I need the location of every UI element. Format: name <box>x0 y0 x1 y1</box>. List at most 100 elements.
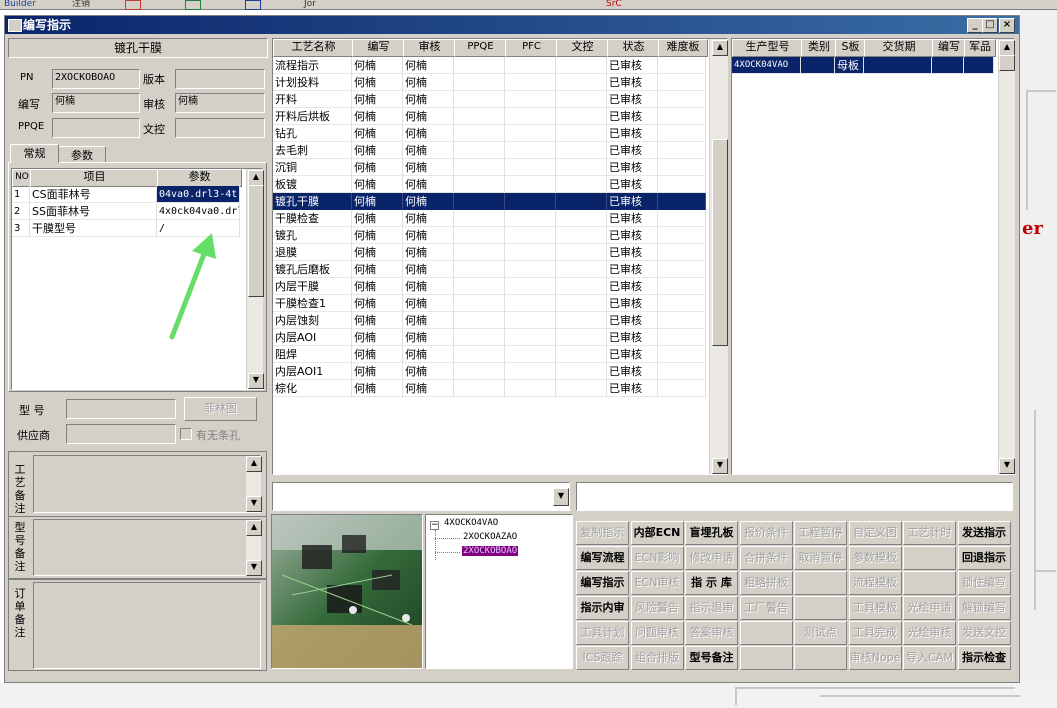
action-button[interactable]: 盲埋孔板 <box>685 521 738 545</box>
scroll-thumb[interactable] <box>999 55 1015 71</box>
action-button[interactable]: 指示检查 <box>957 646 1011 670</box>
action-button[interactable]: 合拼条件 <box>739 546 793 570</box>
action-button[interactable]: 工具模板 <box>848 596 902 620</box>
action-button[interactable]: 取消暂停 <box>794 546 847 570</box>
action-button[interactable]: 修改申请 <box>685 546 738 570</box>
action-button[interactable]: 发送文控 <box>957 621 1011 645</box>
process-row[interactable]: 沉铜 何楠 何楠 已审核 <box>273 159 706 176</box>
param-scrollbar[interactable]: ▲ ▼ <box>246 169 264 389</box>
model-field[interactable] <box>66 399 176 419</box>
author-field[interactable]: 何楠 <box>52 93 140 113</box>
action-button[interactable]: 审核Nope <box>848 646 902 670</box>
action-button[interactable]: 问题审核 <box>630 621 684 645</box>
action-button[interactable]: 组合排版 <box>630 646 684 670</box>
action-button[interactable]: 参数模板 <box>848 546 902 570</box>
action-button[interactable]: 指示内审 <box>576 596 629 620</box>
tab-general[interactable]: 常规 <box>10 144 59 163</box>
action-button[interactable]: 指 示 库 <box>685 571 738 595</box>
action-button[interactable]: 工艺计时 <box>903 521 956 545</box>
param-value-cell[interactable]: 04va0.drl3-4t <box>157 186 240 203</box>
process-row[interactable]: 钻孔 何楠 何楠 已审核 <box>273 125 706 142</box>
process-row[interactable]: 镀孔干膜 何楠 何楠 已审核 <box>273 193 706 210</box>
process-row[interactable]: 内层AOI 何楠 何楠 已审核 <box>273 329 706 346</box>
param-value-cell[interactable]: 4x0ck04va0.drl <box>157 203 240 220</box>
action-button[interactable]: 回退指示 <box>957 546 1011 570</box>
blank-button[interactable] <box>794 646 847 670</box>
process-row[interactable]: 棕化 何楠 何楠 已审核 <box>273 380 706 397</box>
tree-child-selected[interactable]: 2XOCKOBOAO <box>462 546 519 556</box>
scroll-thumb[interactable] <box>248 185 264 297</box>
order-note-textarea[interactable] <box>33 582 261 669</box>
scroll-up-icon[interactable]: ▲ <box>248 170 264 186</box>
process-row[interactable]: 内层蚀刻 何楠 何楠 已审核 <box>273 312 706 329</box>
scroll-up-icon[interactable]: ▲ <box>999 40 1015 56</box>
action-button[interactable]: 工具计划 <box>576 621 629 645</box>
version-field[interactable] <box>175 69 265 89</box>
title-bar[interactable]: 编写指示 _ □ × <box>5 16 1019 34</box>
action-button[interactable]: 编写指示 <box>576 571 629 595</box>
action-button[interactable]: 编写流程 <box>576 546 629 570</box>
note-scrollbar[interactable]: ▲ ▼ <box>245 456 262 512</box>
supplier-field[interactable] <box>66 424 176 444</box>
action-button[interactable]: 粗略拼板 <box>739 571 793 595</box>
action-button[interactable]: 发送指示 <box>957 521 1011 545</box>
action-button[interactable]: 自定义图 <box>848 521 902 545</box>
tree-child[interactable]: 2XOCKOAZAO <box>463 532 517 542</box>
note-scrollbar[interactable]: ▲ ▼ <box>245 520 262 576</box>
reviewer-field[interactable]: 何楠 <box>175 93 265 113</box>
action-button[interactable]: ECN审核 <box>630 571 684 595</box>
scroll-up-icon[interactable]: ▲ <box>712 40 728 56</box>
process-row[interactable]: 退膜 何楠 何楠 已审核 <box>273 244 706 261</box>
process-scrollbar[interactable]: ▲ ▼ <box>709 39 728 474</box>
production-scrollbar[interactable]: ▲ ▼ <box>998 39 1015 474</box>
param-row[interactable]: 1 CS面菲林号 04va0.drl3-4t <box>12 186 244 203</box>
process-row[interactable]: 计划投料 何楠 何楠 已审核 <box>273 74 706 91</box>
chevron-down-icon[interactable]: ▼ <box>553 488 569 506</box>
param-row[interactable]: 2 SS面菲林号 4x0ck04va0.drl <box>12 203 244 220</box>
action-button[interactable]: 导入CAM <box>903 646 956 670</box>
action-button[interactable]: 工程暂停 <box>794 521 847 545</box>
process-row[interactable]: 干膜检查 何楠 何楠 已审核 <box>273 210 706 227</box>
scroll-down-icon[interactable]: ▼ <box>246 560 262 576</box>
action-button[interactable]: 工具完成 <box>848 621 902 645</box>
process-row[interactable]: 流程指示 何楠 何楠 已审核 <box>273 57 706 74</box>
minimize-button[interactable]: _ <box>967 18 983 33</box>
scroll-up-icon[interactable]: ▲ <box>246 520 262 536</box>
process-row[interactable]: 内层干膜 何楠 何楠 已审核 <box>273 278 706 295</box>
process-input[interactable] <box>576 482 1013 511</box>
action-button[interactable]: 报价条件 <box>739 521 793 545</box>
close-button[interactable]: × <box>999 18 1015 33</box>
action-button[interactable]: 解锁编写 <box>957 596 1011 620</box>
action-button[interactable]: 锁住编写 <box>957 571 1011 595</box>
action-button[interactable]: 型号备注 <box>685 646 738 670</box>
action-button[interactable]: 光绘申请 <box>903 596 956 620</box>
process-row[interactable]: 镀孔 何楠 何楠 已审核 <box>273 227 706 244</box>
action-button[interactable]: 答案审核 <box>685 621 738 645</box>
process-row[interactable]: 板镀 何楠 何楠 已审核 <box>273 176 706 193</box>
process-row[interactable]: 阻焊 何楠 何楠 已审核 <box>273 346 706 363</box>
action-button[interactable]: ICS跟踪 <box>576 646 629 670</box>
blank-button[interactable] <box>739 646 793 670</box>
tree-root[interactable]: 4XOCKO4VAO <box>444 518 498 528</box>
wenkong-field[interactable] <box>175 118 265 138</box>
action-button[interactable]: 流程模板 <box>848 571 902 595</box>
film-button[interactable]: 菲林图 <box>184 397 257 421</box>
scroll-down-icon[interactable]: ▼ <box>246 496 262 512</box>
process-row[interactable]: 开料后烘板 何楠 何楠 已审核 <box>273 108 706 125</box>
blank-button[interactable] <box>794 571 847 595</box>
blank-button[interactable] <box>903 546 956 570</box>
tree-collapse-icon[interactable]: − <box>430 521 439 530</box>
action-button[interactable]: 内部ECN <box>630 521 684 545</box>
action-button[interactable]: 测试点 <box>794 621 847 645</box>
blank-button[interactable] <box>739 621 793 645</box>
process-row[interactable]: 去毛刺 何楠 何楠 已审核 <box>273 142 706 159</box>
action-button[interactable]: 指示退审 <box>685 596 738 620</box>
action-button[interactable]: 风险警告 <box>630 596 684 620</box>
pn-field[interactable]: 2XOCKOBOAO <box>52 69 140 89</box>
model-note-textarea[interactable]: ▲ ▼ <box>33 519 262 576</box>
process-row[interactable]: 镀孔后磨板 何楠 何楠 已审核 <box>273 261 706 278</box>
ppqe-field[interactable] <box>52 118 140 138</box>
scroll-thumb[interactable] <box>712 139 728 346</box>
scroll-down-icon[interactable]: ▼ <box>999 458 1015 474</box>
action-button[interactable]: 复制指示 <box>576 521 629 545</box>
